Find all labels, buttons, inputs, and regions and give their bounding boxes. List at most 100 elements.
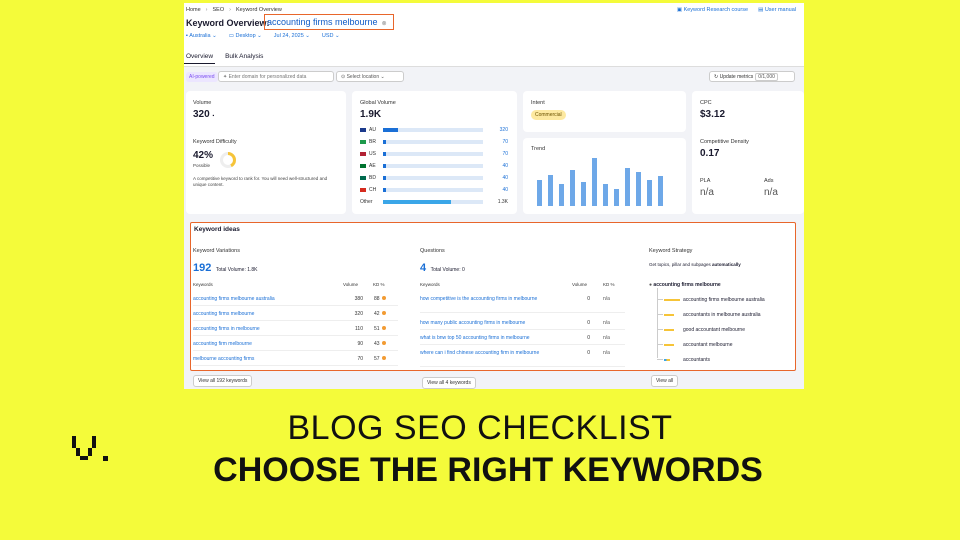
keyword-volume: 90 [357, 341, 363, 347]
keyword-volume: 110 [355, 326, 363, 332]
country-volume[interactable]: 40 [502, 187, 508, 193]
share-bar [383, 200, 451, 204]
share-bar [383, 176, 386, 180]
tab-overview[interactable]: Overview [184, 53, 216, 64]
country-row-other: Other 1.3K [360, 199, 508, 207]
country-row: BR 70 [360, 139, 508, 147]
trend-bar [592, 158, 597, 206]
pla-label: PLA [700, 178, 711, 184]
trend-bar [570, 170, 575, 206]
strategy-item[interactable]: accountants [683, 357, 710, 363]
trend-bar [636, 172, 641, 206]
strategy-item[interactable]: accountants in melbourne australia [683, 312, 761, 318]
competitive-density-value: 0.17 [700, 148, 720, 159]
date-select[interactable]: Jul 24, 2025 ⌄ [274, 33, 310, 39]
variations-count[interactable]: 192 [193, 262, 211, 274]
strategy-item[interactable]: accountant melbourne [683, 342, 732, 348]
kd-dot-icon [381, 341, 386, 345]
cpc-label: CPC [700, 100, 712, 106]
tree-branch [657, 329, 663, 330]
chevron-right-icon: › [205, 7, 208, 13]
trend-bar [559, 184, 564, 206]
clear-icon[interactable]: ⊗ [382, 21, 387, 27]
questions-label: Questions [420, 248, 445, 254]
manual-link[interactable]: ▤ User manual [758, 7, 796, 13]
question-link[interactable]: where can i find chinese accounting firm… [420, 350, 555, 357]
keyword-field[interactable]: accounting firms melbourne ⊗ [264, 14, 394, 30]
trend-bar [581, 182, 586, 206]
question-volume: 0 [587, 350, 590, 356]
headline-line-2: CHOOSE THE RIGHT KEYWORDS [213, 451, 763, 489]
trend-bar [537, 179, 542, 206]
table-row: accounting firms melbourne australia 380 8… [193, 296, 398, 306]
tree-branch [657, 299, 663, 300]
filter-row: ▪ Australia ⌄ ▭ Desktop ⌄ Jul 24, 2025 ⌄… [186, 33, 340, 39]
strategy-description: Get topics, pillar and subpages automati… [649, 262, 741, 267]
breadcrumb-home[interactable]: Home [186, 7, 201, 13]
domain-input[interactable]: ✦ Enter domain for personalized data [218, 71, 334, 82]
keyword-value: accounting firms melbourne [267, 17, 378, 27]
location-select[interactable]: ⊙ Select location ⌄ [336, 71, 404, 82]
kd-label: Keyword Difficulty [193, 139, 237, 145]
keyword-link[interactable]: accounting firms melbourne australia [193, 296, 275, 302]
view-all-questions-button[interactable]: View all 4 keywords [422, 377, 476, 389]
keyword-link[interactable]: melbourne accounting firms [193, 356, 254, 362]
intent-card: Intent Commercial [523, 91, 686, 132]
tree-volume-bar [664, 344, 674, 346]
country-volume[interactable]: 40 [502, 163, 508, 169]
questions-count[interactable]: 4 [420, 262, 426, 274]
keyword-kd: 57 [374, 356, 386, 362]
tab-bulk-analysis[interactable]: Bulk Analysis [223, 53, 265, 64]
volume-label: Volume [193, 100, 212, 106]
country-volume[interactable]: 320 [500, 127, 508, 133]
table-row: where can i find chinese accounting firm… [420, 350, 625, 367]
keyword-volume: 320 [354, 311, 363, 317]
tab-bar: Overview Bulk Analysis [184, 53, 265, 64]
question-link[interactable]: how many public accounting firms in melb… [420, 320, 555, 327]
ads-label: Ads [764, 178, 774, 184]
col-keywords: Keywords [420, 282, 440, 287]
question-link[interactable]: what is bnw top 50 accounting firms in m… [420, 335, 555, 342]
country-code: AE [369, 163, 376, 169]
global-volume-label: Global Volume [360, 100, 396, 106]
view-all-variations-button[interactable]: View all 192 keywords [193, 375, 253, 387]
country-row: CH 40 [360, 187, 508, 195]
keyword-kd: 43 [374, 341, 386, 347]
currency-select[interactable]: USD ⌄ [322, 33, 340, 39]
questions-summary: 4 Total Volume: 0 [420, 258, 465, 276]
country-row: BD 40 [360, 175, 508, 183]
course-link[interactable]: ▣ Keyword Research course [677, 7, 748, 13]
breadcrumb: Home › SEO › Keyword Overview [186, 7, 282, 13]
global-volume-value: 1.9K [360, 109, 382, 120]
breadcrumb-seo[interactable]: SEO [213, 7, 225, 13]
question-kd: n/a [603, 320, 610, 326]
view-all-strategy-button[interactable]: View all [651, 375, 679, 387]
top-links: ▣ Keyword Research course ▤ User manual [677, 7, 796, 13]
table-row: accounting firm melbourne 90 43 [193, 341, 398, 351]
tree-branch [657, 314, 663, 315]
device-select[interactable]: ▭ Desktop ⌄ [229, 33, 262, 39]
strategy-item[interactable]: accounting firms melbourne australia [683, 297, 765, 303]
flag-icon [360, 164, 366, 168]
country-volume[interactable]: 40 [502, 175, 508, 181]
kd-value: 51 [374, 326, 380, 332]
other-label: Other [360, 199, 373, 205]
question-volume: 0 [587, 320, 590, 326]
country-volume[interactable]: 70 [502, 139, 508, 145]
strategy-root[interactable]: ● accounting firms melbourne [649, 282, 721, 288]
keyword-link[interactable]: accounting firms in melbourne [193, 326, 260, 332]
strategy-item[interactable]: good accountant melbourne [683, 327, 745, 333]
update-metrics-button[interactable]: ↻ Update metrics 0/1,000 [709, 71, 795, 82]
keyword-link[interactable]: accounting firm melbourne [193, 341, 252, 347]
question-volume: 0 [587, 335, 590, 341]
keyword-link[interactable]: accounting firms melbourne [193, 311, 254, 317]
country-volume[interactable]: 70 [502, 151, 508, 157]
question-link[interactable]: how competitive is the accounting firms … [420, 296, 555, 303]
flag-icon [360, 152, 366, 156]
share-bar [383, 128, 398, 132]
share-bar-track [383, 152, 483, 156]
tree-volume-bar [664, 359, 670, 361]
variations-total: Total Volume: 1.8K [215, 267, 258, 273]
update-count: 0/1,000 [755, 73, 778, 81]
country-select[interactable]: ▪ Australia ⌄ [186, 33, 217, 39]
